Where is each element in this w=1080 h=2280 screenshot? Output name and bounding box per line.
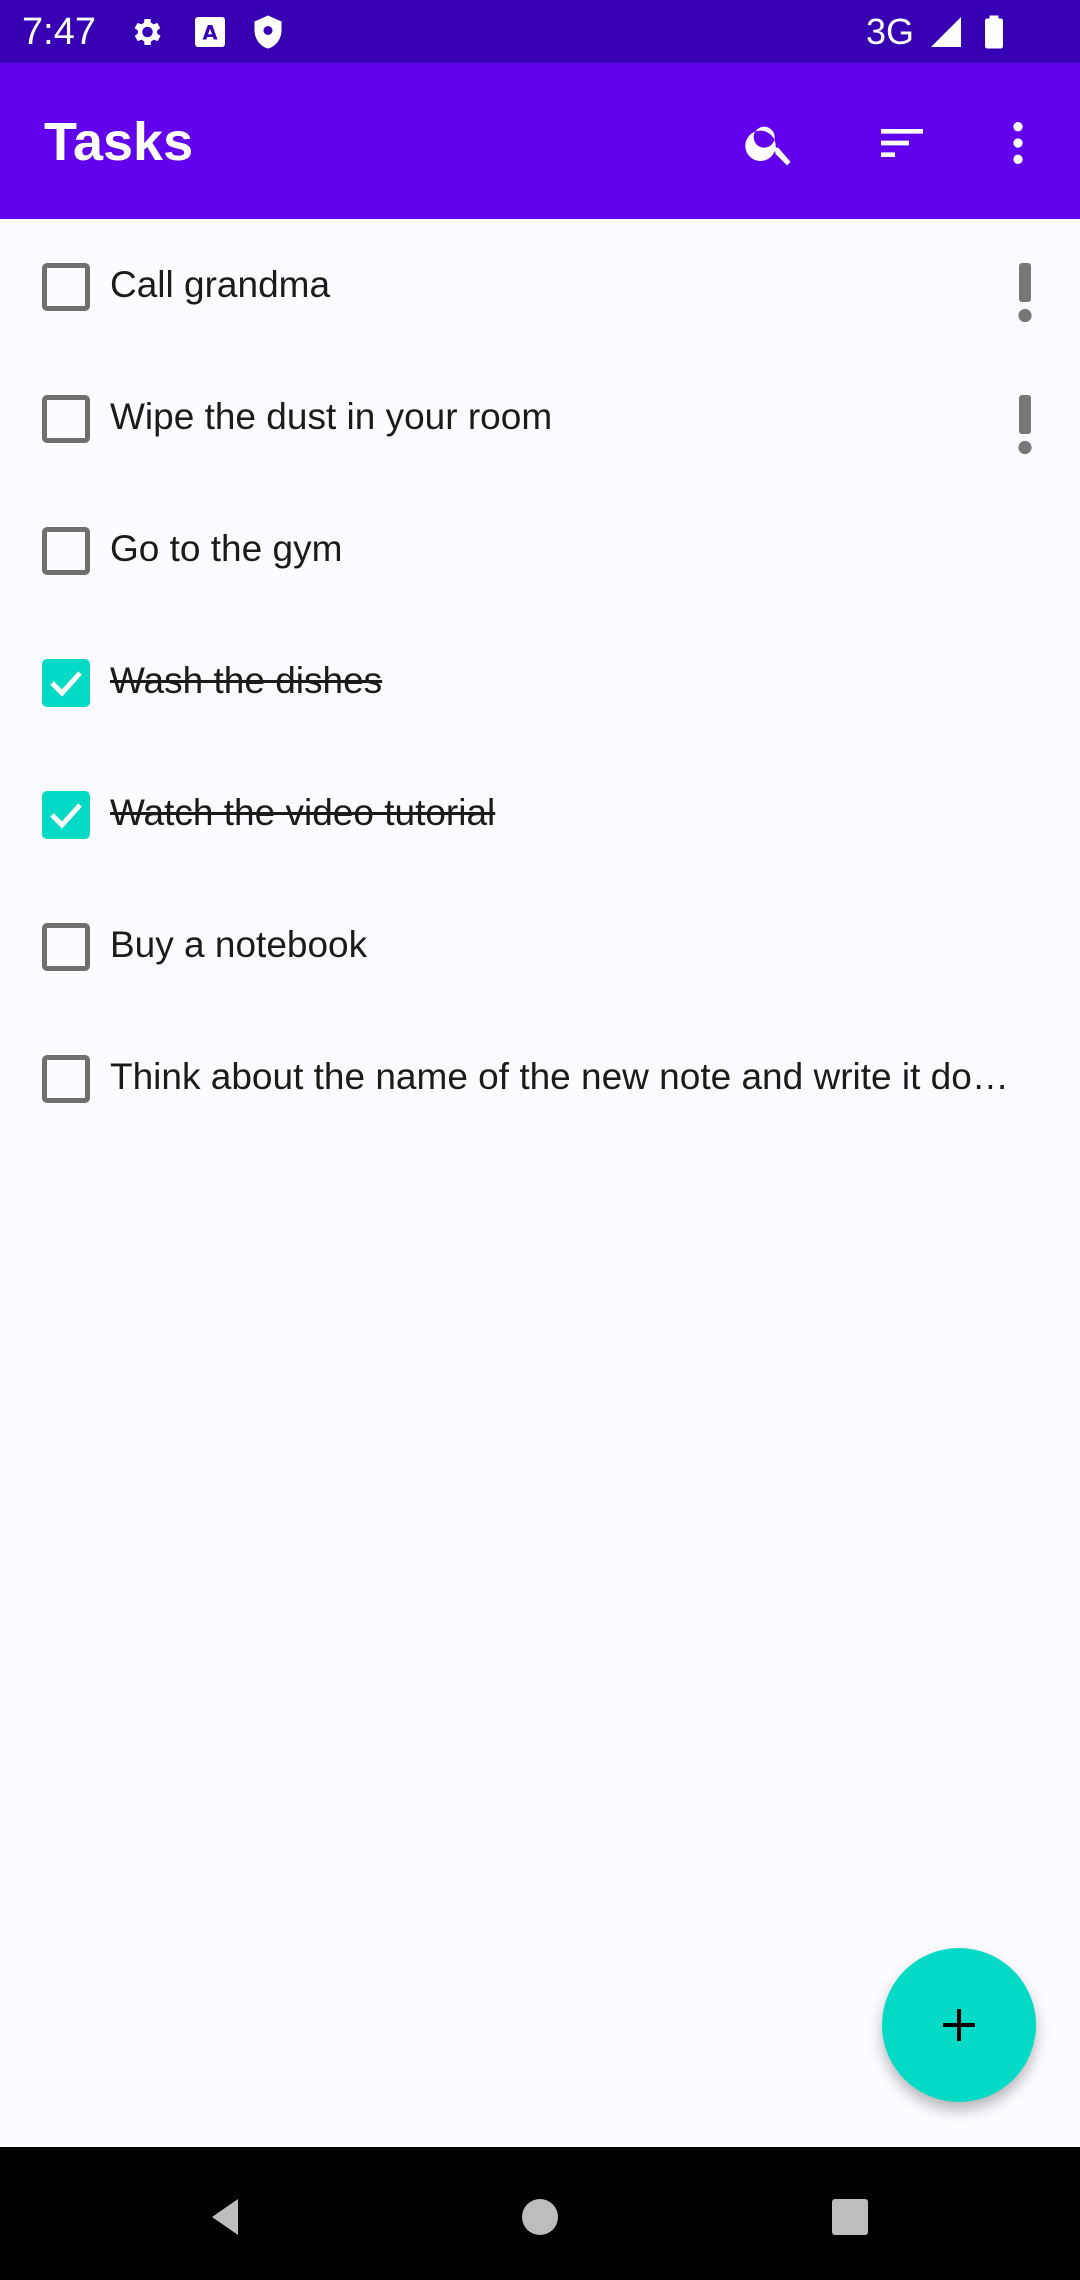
back-icon [212, 2199, 238, 2235]
search-icon [745, 126, 791, 166]
task-label: Buy a notebook [110, 924, 368, 965]
sort-icon [881, 129, 923, 157]
task-label: Think about the name of the new note and… [110, 1056, 1009, 1097]
task-row[interactable]: Think about the name of the new note and… [0, 1011, 1080, 1143]
task-label: Wash the dishes [110, 660, 383, 701]
check-icon [50, 803, 82, 829]
gear-icon [128, 14, 164, 50]
task-checkbox[interactable] [42, 263, 90, 311]
add-task-button[interactable] [882, 1948, 1036, 2102]
task-label: Call grandma [110, 264, 331, 305]
task-checkbox-checked[interactable] [42, 791, 90, 839]
navigation-bar [0, 2147, 1080, 2280]
priority-high-icon [1018, 395, 1032, 455]
task-row[interactable]: Call grandma [0, 219, 1080, 351]
task-checkbox[interactable] [42, 1055, 90, 1103]
task-row[interactable]: Wipe the dust in your room [0, 351, 1080, 483]
task-row[interactable]: Watch the video tutorial [0, 747, 1080, 879]
search-button[interactable] [730, 103, 810, 183]
task-checkbox[interactable] [42, 923, 90, 971]
task-checkbox[interactable] [42, 527, 90, 575]
more-options-button[interactable] [978, 103, 1058, 183]
status-time: 7:47 [22, 11, 96, 53]
recents-icon [832, 2199, 868, 2235]
priority-high-icon [1018, 263, 1032, 323]
battery-icon [976, 14, 1012, 50]
task-row[interactable]: Buy a notebook [0, 879, 1080, 1011]
task-row[interactable]: Go to the gym [0, 483, 1080, 615]
a-box-icon: A [192, 14, 228, 50]
signal-icon [928, 14, 964, 50]
task-label: Watch the video tutorial [110, 792, 496, 833]
app-bar: Tasks [0, 63, 1080, 219]
screen: 7:47 A 3G Tasks Call grandma Wipe the du… [0, 0, 1080, 2280]
home-button[interactable] [500, 2177, 580, 2257]
task-list: Call grandma Wipe the dust in your room … [0, 219, 1080, 1143]
back-button[interactable] [186, 2177, 266, 2257]
svg-text:A: A [202, 22, 217, 45]
more-vert-icon [1013, 122, 1023, 164]
shield-icon [250, 14, 286, 50]
check-icon [50, 671, 82, 697]
home-icon [522, 2199, 558, 2235]
task-checkbox[interactable] [42, 395, 90, 443]
sort-button[interactable] [862, 103, 942, 183]
task-label: Go to the gym [110, 528, 343, 569]
task-row[interactable]: Wash the dishes [0, 615, 1080, 747]
task-checkbox-checked[interactable] [42, 659, 90, 707]
network-type: 3G [866, 11, 915, 52]
plus-icon [943, 2009, 975, 2041]
task-label: Wipe the dust in your room [110, 396, 553, 437]
recents-button[interactable] [810, 2177, 890, 2257]
status-bar: 7:47 A 3G [0, 0, 1080, 63]
page-title: Tasks [44, 112, 194, 172]
